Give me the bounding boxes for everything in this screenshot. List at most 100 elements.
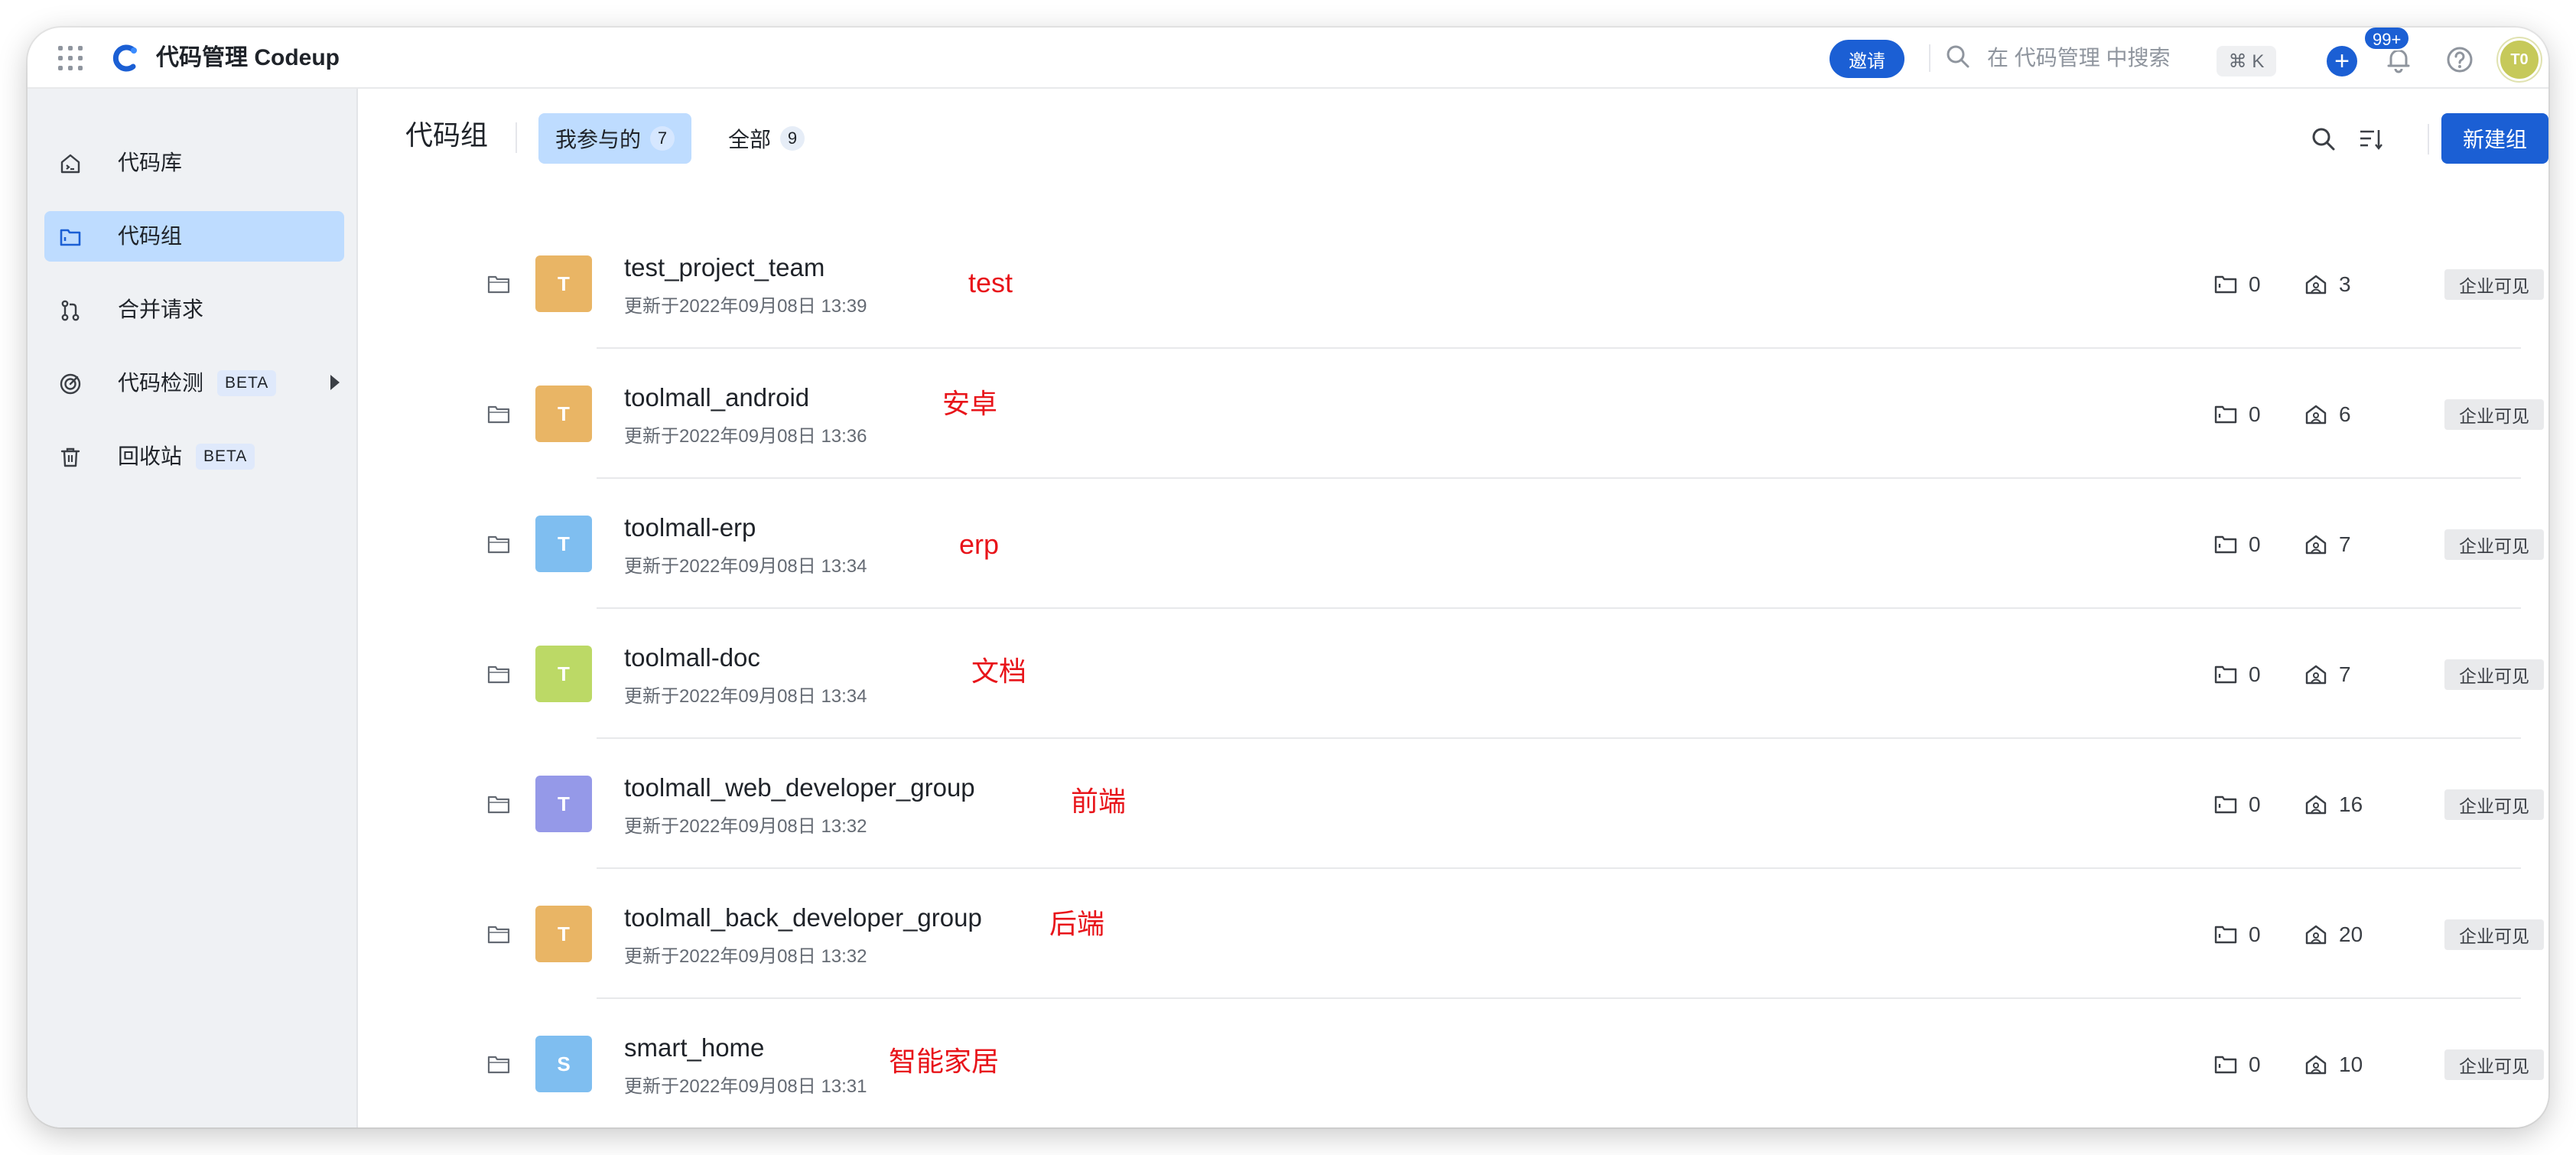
updated-time: 更新于2022年09月08日 13:34 [624,556,867,577]
group-row[interactable]: Ttoolmall_android 更新于2022年09月08日 13:36 安卓 0… [358,349,2548,479]
member-count-icon [2305,665,2327,685]
member-count-icon [2305,275,2327,294]
tab-all[interactable]: 全部 9 [711,113,821,164]
member-count-icon [2305,405,2327,425]
folder-icon [487,1056,510,1074]
scan-icon [60,373,81,395]
repository-count-icon [2214,795,2237,814]
group-avatar: T [535,386,592,442]
repository-count-icon [2214,665,2237,684]
member-count-icon [2305,535,2327,555]
sidebar-item-label: 代码组 [118,224,183,248]
member-count: 3 [2339,272,2351,296]
folder-icon [487,535,510,554]
search-shortcut-hint: ⌘ K [2217,46,2276,76]
sidebar-item-repositories[interactable]: 代码库 [44,138,344,188]
group-row[interactable]: Ttoolmall-erp 更新于2022年09月08日 13:34 erp 0 7 企业… [358,479,2548,609]
group-avatar: S [535,1036,592,1092]
member-count: 7 [2339,662,2351,686]
sidebar-item-groups[interactable]: 代码组 [44,211,344,262]
annotation-note: 安卓 [942,388,998,419]
visibility-badge: 企业可见 [2444,399,2544,430]
visibility-badge: 企业可见 [2444,919,2544,950]
group-row[interactable]: Ttoolmall_back_developer_group 更新于2022年09… [358,869,2548,999]
merge-request-icon [61,300,80,321]
group-name[interactable]: test_project_team [624,252,825,283]
user-avatar[interactable]: T0 [2498,38,2541,81]
app-grid-icon[interactable] [58,46,83,70]
member-count: 7 [2339,532,2351,556]
repository-count: 0 [2249,792,2261,816]
member-count: 16 [2339,792,2363,816]
member-count-icon [2305,1055,2327,1075]
repository-count-icon [2214,405,2237,424]
folder-icon [487,665,510,684]
sort-icon[interactable] [2357,125,2385,153]
global-search-input[interactable]: 在 代码管理 中搜索 [1987,43,2171,73]
group-avatar: T [535,906,592,962]
new-group-button[interactable]: 新建组 [2441,113,2548,164]
tab-participating[interactable]: 我参与的 7 [538,113,692,164]
folder-icon [60,229,81,246]
group-row[interactable]: Ttoolmall_web_developer_group 更新于2022年09月… [358,739,2548,869]
group-name[interactable]: toolmall_web_developer_group [624,773,975,803]
updated-time: 更新于2022年09月08日 13:34 [624,686,867,707]
codeup-logo-icon[interactable] [110,43,141,73]
app-window: 代码管理 Codeup 邀请 在 代码管理 中搜索 ⌘ K + 99+ T0 代… [28,28,2548,1127]
group-row[interactable]: Ssmart_home 更新于2022年09月08日 13:31 智能家居 0 10 企业… [358,999,2548,1127]
page-title: 代码组 [405,119,489,151]
folder-icon [487,405,510,424]
member-count: 20 [2339,922,2363,946]
annotation-note: 后端 [1049,908,1105,939]
sidebar: 代码库 代码组 合并请求 代码检测 BETA 回收站 BETA [28,89,358,1127]
member-count-icon [2305,795,2327,815]
top-bar: 代码管理 Codeup 邀请 在 代码管理 中搜索 ⌘ K + 99+ T0 [28,28,2548,89]
search-icon[interactable] [2310,125,2337,153]
divider [1929,44,1930,72]
sidebar-item-recycle-bin[interactable]: 回收站 BETA [44,431,344,482]
updated-time: 更新于2022年09月08日 13:32 [624,946,867,967]
search-icon[interactable] [1944,43,1972,70]
divider [516,122,517,153]
group-name[interactable]: toolmall_android [624,382,809,413]
group-avatar: T [535,776,592,832]
app-title[interactable]: 代码管理 Codeup [156,43,340,73]
group-avatar: T [535,516,592,572]
sidebar-item-code-scan[interactable]: 代码检测 BETA [44,358,344,408]
group-name[interactable]: toolmall-doc [624,643,760,673]
annotation-note: 前端 [1071,786,1127,817]
tab-label: 全部 [728,128,772,151]
group-avatar: T [535,646,592,702]
group-avatar: T [535,255,592,312]
group-row[interactable]: Ttoolmall-doc 更新于2022年09月08日 13:34 文档 0 7 企业可… [358,609,2548,739]
group-name[interactable]: toolmall-erp [624,512,756,543]
create-button[interactable]: + [2327,46,2357,76]
group-name[interactable]: smart_home [624,1033,764,1063]
tab-count: 9 [780,126,805,151]
annotation-note: test [968,267,1013,298]
updated-time: 更新于2022年09月08日 13:39 [624,296,867,317]
help-icon[interactable] [2444,44,2475,75]
sidebar-item-label: 回收站 [118,444,183,468]
invite-button[interactable]: 邀请 [1830,40,1904,78]
sidebar-item-label: 代码库 [118,151,183,174]
repo-home-icon [60,154,80,174]
member-count-icon [2305,925,2327,945]
notification-badge: 99+ [2363,28,2411,50]
group-row[interactable]: Ttest_project_team 更新于2022年09月08日 13:39 te… [358,219,2548,349]
sidebar-item-label: 合并请求 [118,298,204,321]
repository-count: 0 [2249,1053,2261,1076]
chevron-right-icon[interactable] [330,375,340,390]
group-name[interactable]: toolmall_back_developer_group [624,903,982,933]
tab-label: 我参与的 [555,128,642,151]
sidebar-item-merge-requests[interactable]: 合并请求 [44,285,344,335]
repository-count-icon [2214,535,2237,554]
tab-count: 7 [650,126,675,151]
visibility-badge: 企业可见 [2444,1049,2544,1080]
visibility-badge: 企业可见 [2444,529,2544,560]
visibility-badge: 企业可见 [2444,269,2544,300]
repository-count: 0 [2249,662,2261,686]
repository-count: 0 [2249,272,2261,296]
repository-count-icon [2214,1056,2237,1074]
member-count: 10 [2339,1053,2363,1076]
